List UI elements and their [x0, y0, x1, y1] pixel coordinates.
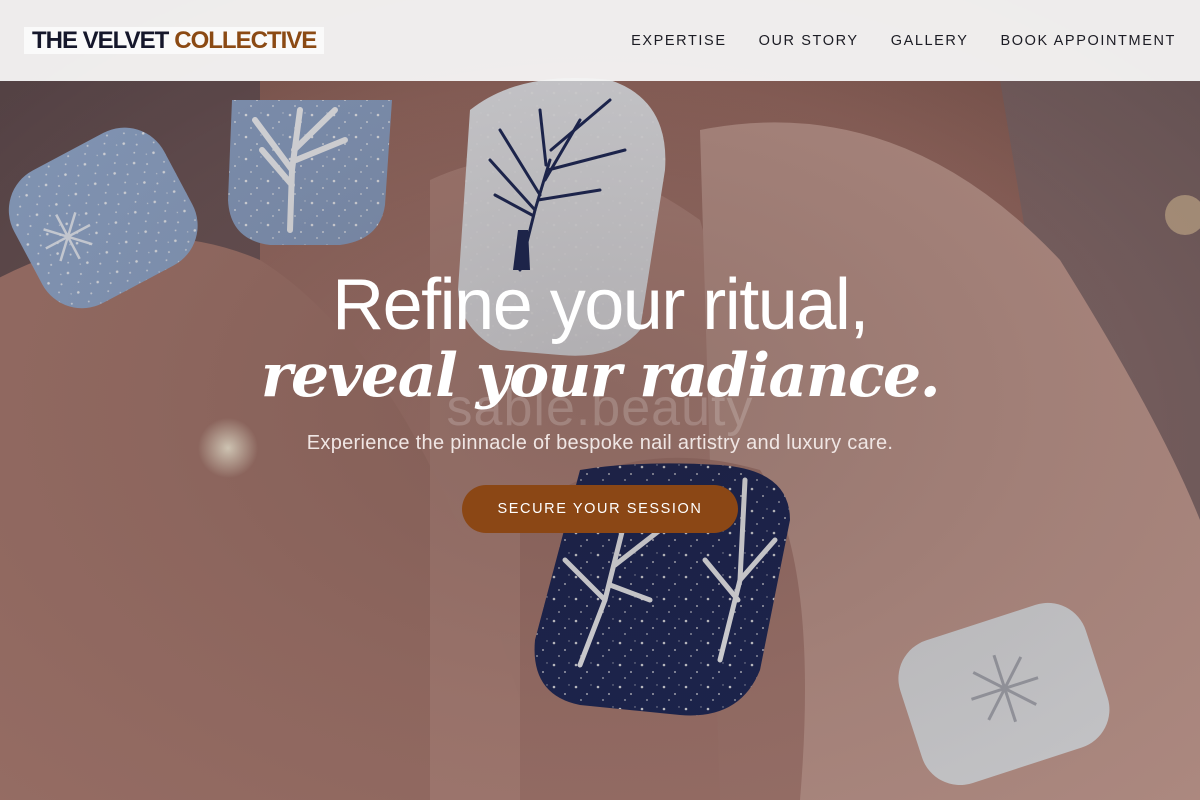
hero-section: sable.beauty Refine your ritual, reveal …	[0, 0, 1200, 800]
nav-link-gallery[interactable]: GALLERY	[891, 33, 969, 49]
secure-session-button[interactable]: SECURE YOUR SESSION	[462, 485, 738, 533]
nav-link-expertise[interactable]: EXPERTISE	[631, 33, 727, 49]
top-navbar: THE VELVET COLLECTIVE EXPERTISE OUR STOR…	[0, 0, 1200, 81]
main-nav: EXPERTISE OUR STORY GALLERY BOOK APPOINT…	[631, 33, 1176, 49]
hero-subtitle: Experience the pinnacle of bespoke nail …	[306, 432, 894, 454]
brand-name-part-2: COLLECTIVE	[174, 26, 317, 54]
nav-link-our-story[interactable]: OUR STORY	[759, 33, 859, 49]
nav-link-book-appointment[interactable]: BOOK APPOINTMENT	[1001, 33, 1176, 49]
brand-name-part-1: THE VELVET	[32, 26, 169, 54]
hero-headline: Refine your ritual, reveal your radiance…	[0, 262, 1200, 412]
brand-logo[interactable]: THE VELVET COLLECTIVE	[24, 26, 325, 54]
headline-line-2: reveal your radiance.	[260, 341, 941, 411]
headline-line-1: Refine your ritual,	[332, 265, 869, 345]
hero-content: Refine your ritual, reveal your radiance…	[0, 262, 1200, 533]
